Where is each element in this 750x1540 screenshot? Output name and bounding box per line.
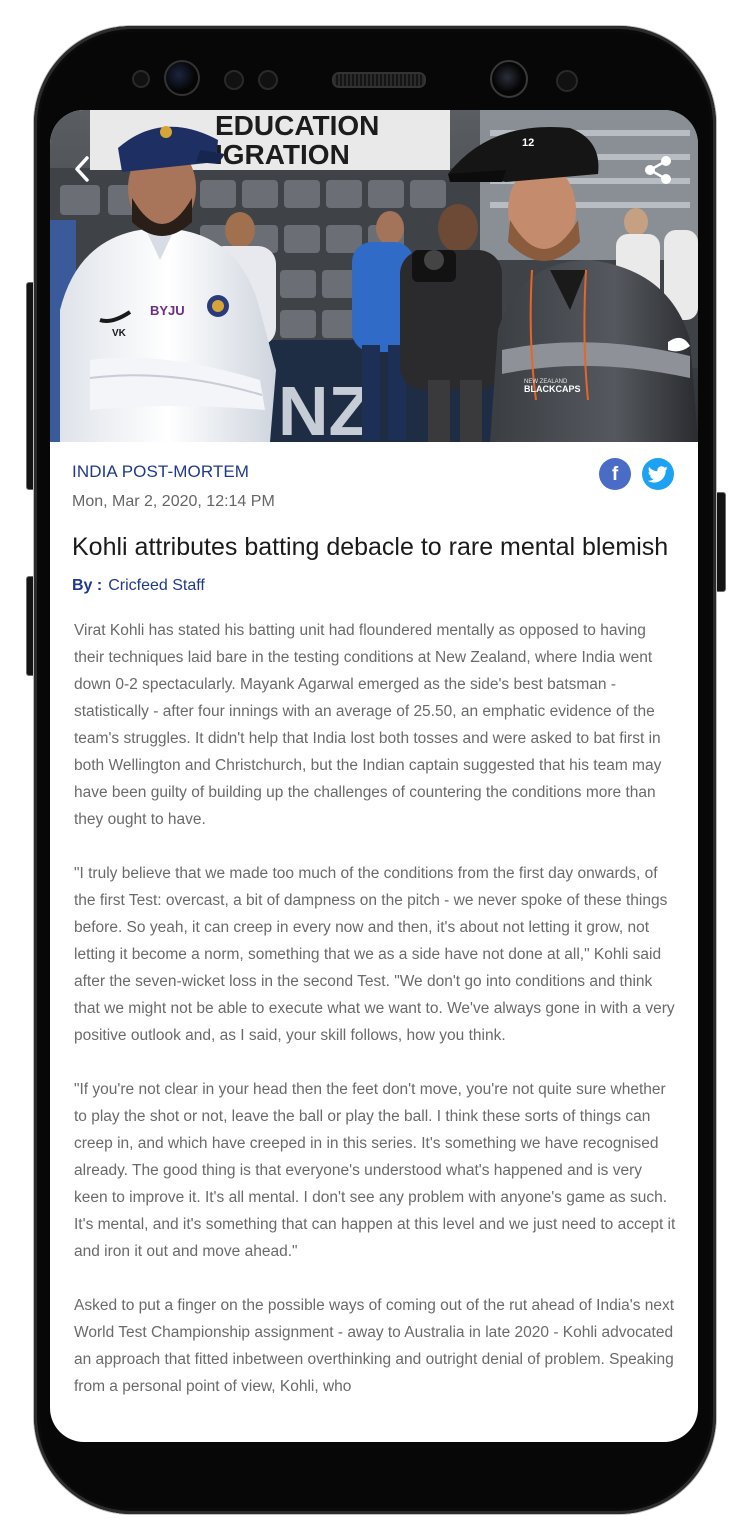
byline: By : Cricfeed Staff	[72, 577, 205, 595]
hero-image: EDUCATION IGRATION NZ BYJU VK NEW ZEALAN…	[50, 110, 698, 442]
article-datetime: Mon, Mar 2, 2020, 12:14 PM	[72, 493, 275, 510]
article-paragraph: "If you're not clear in your head then t…	[74, 1081, 676, 1260]
light-sensor	[224, 70, 244, 90]
jersey-brand-right: BLACKCAPS	[524, 384, 581, 394]
article-paragraph: Asked to put a finger on the possible wa…	[74, 1297, 675, 1395]
banner-text-1: EDUCATION	[215, 110, 379, 141]
by-label: By :	[72, 577, 103, 594]
svg-text:12: 12	[522, 137, 534, 149]
article-title: Kohli attributes batting debacle to rare…	[72, 533, 669, 561]
back-button[interactable]	[68, 154, 96, 184]
article-paragraph: "I truly believe that we made too much o…	[74, 865, 675, 1044]
share-button[interactable]	[642, 154, 674, 186]
article-category: INDIA POST-MORTEM	[72, 462, 250, 481]
share-icon	[645, 156, 671, 184]
jersey-sponsor: BYJU	[150, 303, 185, 318]
app-screen: EDUCATION IGRATION NZ BYJU VK NEW ZEALAN…	[50, 110, 698, 1442]
banner-text-2: IGRATION	[215, 139, 350, 170]
jersey-logo: VK	[112, 328, 127, 339]
article-paragraph: Virat Kohli has stated his batting unit …	[74, 622, 662, 828]
front-camera-secondary	[556, 70, 578, 92]
article-body: Virat Kohli has stated his batting unit …	[74, 617, 676, 1427]
facebook-share-button[interactable]: f	[599, 458, 631, 490]
earpiece-speaker	[332, 72, 426, 88]
power-button	[715, 492, 726, 592]
author-link[interactable]: Cricfeed Staff	[108, 577, 205, 594]
light-sensor	[258, 70, 278, 90]
facebook-icon: f	[611, 463, 619, 485]
iris-sensor	[164, 60, 200, 96]
twitter-icon	[648, 465, 668, 482]
chevron-left-icon	[75, 156, 89, 182]
twitter-share-button[interactable]	[642, 458, 674, 490]
front-camera	[490, 60, 528, 98]
proximity-sensor	[132, 70, 150, 88]
svg-text:NZ: NZ	[278, 372, 371, 442]
